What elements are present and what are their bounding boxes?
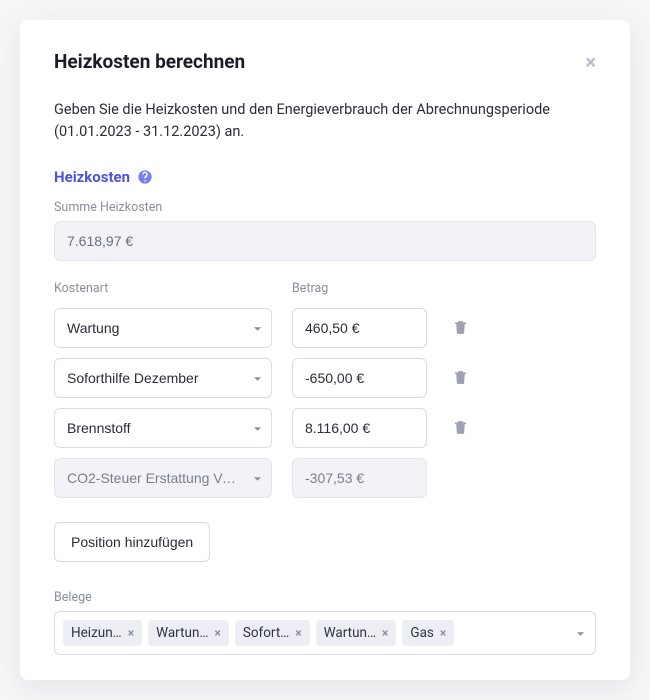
modal-header: Heizkosten berechnen × xyxy=(54,50,596,73)
modal-title: Heizkosten berechnen xyxy=(54,50,245,73)
sum-input[interactable] xyxy=(54,221,596,261)
trash-icon[interactable] xyxy=(447,315,473,341)
chip-remove-icon[interactable]: × xyxy=(382,626,388,640)
chip-remove-icon[interactable]: × xyxy=(295,626,301,640)
close-icon[interactable]: × xyxy=(585,52,596,72)
chip-remove-icon[interactable]: × xyxy=(440,626,446,640)
section-title: Heizkosten xyxy=(54,168,130,186)
cost-type-select[interactable] xyxy=(54,458,272,498)
cost-type-select[interactable] xyxy=(54,308,272,348)
chip-label: Sofort… xyxy=(243,625,289,641)
chevron-down-icon xyxy=(576,623,585,642)
heating-cost-modal: Heizkosten berechnen × Geben Sie die Hei… xyxy=(20,20,630,680)
cost-type-input[interactable] xyxy=(54,458,272,498)
belege-chip[interactable]: Sofort… × xyxy=(235,620,310,646)
cost-type-select[interactable] xyxy=(54,358,272,398)
chip-remove-icon[interactable]: × xyxy=(214,626,220,640)
chip-label: Wartun… xyxy=(156,625,208,641)
columns-header: Kostenart Betrag xyxy=(54,281,596,302)
section-header: Heizkosten xyxy=(54,168,596,186)
cost-type-select[interactable] xyxy=(54,408,272,448)
cost-row xyxy=(54,458,596,498)
sum-block: Summe Heizkosten xyxy=(54,200,596,261)
cost-type-input[interactable] xyxy=(54,358,272,398)
cost-row xyxy=(54,308,596,348)
sum-label: Summe Heizkosten xyxy=(54,200,596,215)
belege-multiselect[interactable]: Heizun… × Wartun… × Sofort… × Wartun… × Gas × xyxy=(54,611,596,655)
chip-label: Wartun… xyxy=(324,625,376,641)
cost-type-input[interactable] xyxy=(54,408,272,448)
chip-label: Heizun… xyxy=(71,625,122,641)
col-type-label: Kostenart xyxy=(54,281,272,296)
cost-amount-input[interactable] xyxy=(292,458,427,498)
col-amount-label: Betrag xyxy=(292,281,427,296)
belege-chip[interactable]: Wartun… × xyxy=(316,620,397,646)
belege-chip[interactable]: Heizun… × xyxy=(63,620,142,646)
cost-row xyxy=(54,408,596,448)
cost-type-input[interactable] xyxy=(54,308,272,348)
modal-intro: Geben Sie die Heizkosten und den Energie… xyxy=(54,99,596,144)
add-position-button[interactable]: Position hinzufügen xyxy=(54,522,210,562)
cost-row xyxy=(54,358,596,398)
trash-icon[interactable] xyxy=(447,415,473,441)
trash-icon[interactable] xyxy=(447,365,473,391)
belege-block: Belege Heizun…×Wartun…×Sofort…×Wartun…×G… xyxy=(54,590,596,655)
chip-remove-icon[interactable]: × xyxy=(128,626,134,640)
belege-chip[interactable]: Wartun… × xyxy=(148,620,229,646)
cost-amount-input[interactable] xyxy=(292,358,427,398)
belege-label: Belege xyxy=(54,590,596,605)
belege-chip[interactable]: Gas × xyxy=(402,620,454,646)
chip-label: Gas xyxy=(410,625,434,641)
cost-amount-input[interactable] xyxy=(292,408,427,448)
help-icon[interactable] xyxy=(137,169,153,185)
cost-amount-input[interactable] xyxy=(292,308,427,348)
